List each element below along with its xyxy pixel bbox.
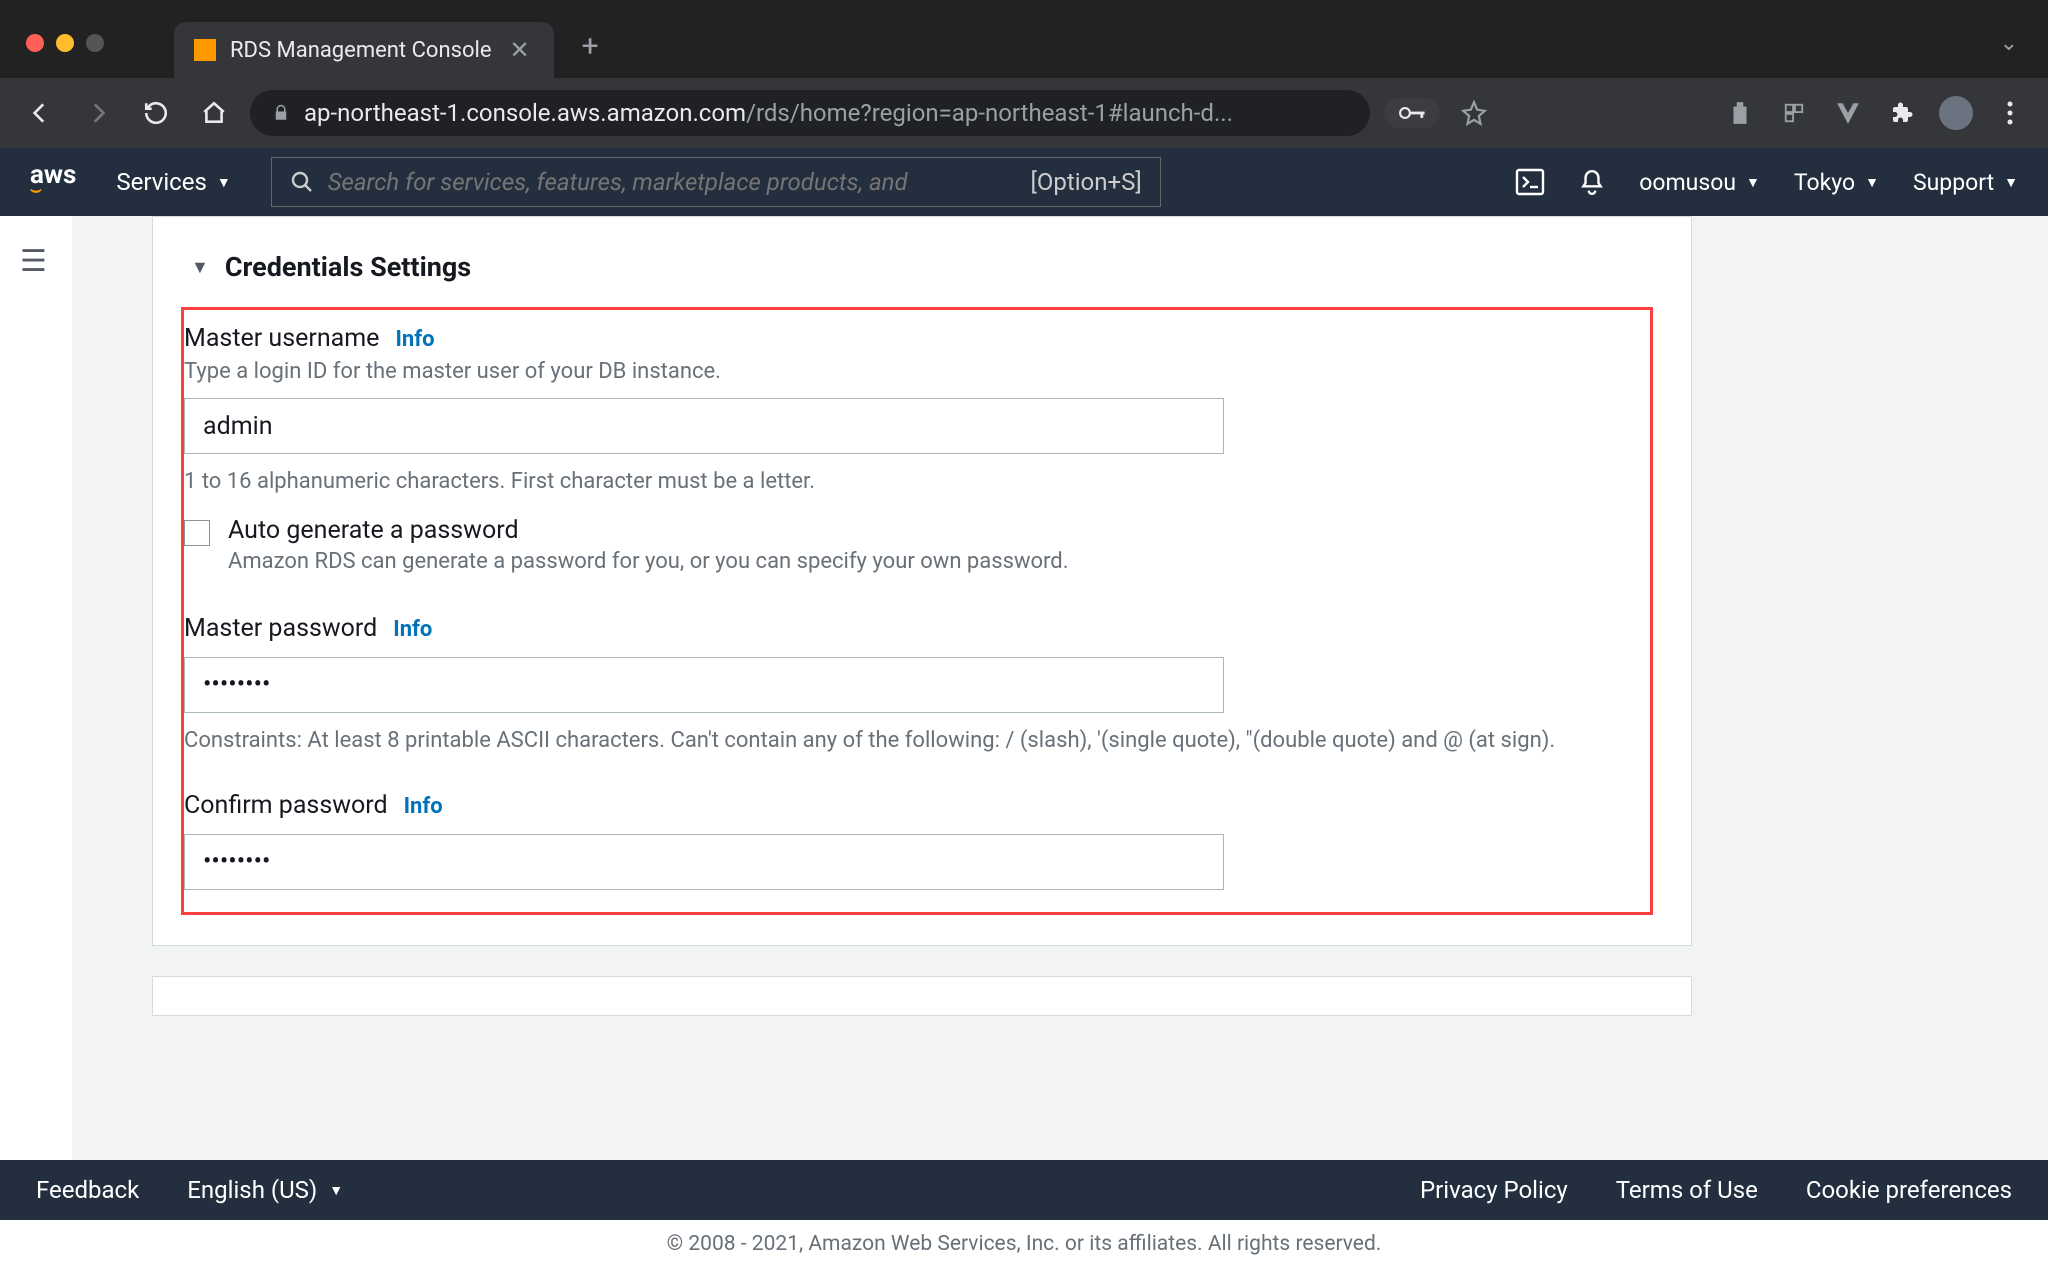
next-panel-peek — [152, 976, 1692, 1016]
notifications-icon[interactable] — [1579, 168, 1605, 196]
browser-tab[interactable]: RDS Management Console ✕ — [174, 22, 554, 78]
confirm-password-input[interactable] — [184, 834, 1224, 890]
terms-link[interactable]: Terms of Use — [1616, 1176, 1758, 1204]
browser-tab-bar: RDS Management Console ✕ + ⌄ — [0, 0, 2048, 78]
rds-favicon-icon — [194, 39, 216, 61]
aws-logo[interactable]: aws ⌣ — [30, 168, 76, 196]
chevron-down-icon: ▼ — [1746, 174, 1760, 191]
copyright-text: © 2008 - 2021, Amazon Web Services, Inc.… — [0, 1220, 2048, 1268]
extension-vue-icon[interactable] — [1828, 93, 1868, 133]
lock-icon — [272, 104, 290, 122]
info-link[interactable]: Info — [404, 794, 443, 819]
aws-search-input[interactable] — [328, 168, 1017, 196]
tab-overflow-icon[interactable]: ⌄ — [1970, 31, 2048, 78]
aws-search-bar[interactable]: [Option+S] — [271, 157, 1161, 207]
browser-menu-icon[interactable] — [1990, 93, 2030, 133]
support-label: Support — [1913, 169, 1994, 196]
hamburger-icon: ☰ — [20, 244, 47, 279]
master-password-field: Master password Info Constraints: At lea… — [184, 614, 1640, 757]
master-username-constraint: 1 to 16 alphanumeric characters. First c… — [184, 466, 1584, 498]
extension-2-icon[interactable] — [1774, 93, 1814, 133]
services-menu[interactable]: Services ▼ — [116, 168, 230, 196]
aws-smile-icon: ⌣ — [30, 185, 76, 196]
services-label: Services — [116, 168, 206, 196]
forward-button[interactable] — [76, 91, 120, 135]
extension-1-icon[interactable] — [1720, 93, 1760, 133]
search-icon — [290, 170, 314, 194]
info-link[interactable]: Info — [395, 327, 434, 352]
address-bar[interactable]: ap-northeast-1.console.aws.amazon.com/rd… — [250, 90, 1370, 136]
reload-button[interactable] — [134, 91, 178, 135]
support-menu[interactable]: Support ▼ — [1913, 169, 2018, 196]
autogen-password-row: Auto generate a password Amazon RDS can … — [184, 516, 1640, 574]
autogen-label: Auto generate a password — [228, 516, 1069, 545]
feedback-link[interactable]: Feedback — [36, 1176, 139, 1204]
chevron-down-icon: ▼ — [2004, 174, 2018, 191]
extensions-puzzle-icon[interactable] — [1882, 93, 1922, 133]
autogen-desc: Amazon RDS can generate a password for y… — [228, 549, 1069, 574]
confirm-password-field: Confirm password Info — [184, 791, 1640, 890]
chevron-down-icon: ▼ — [1865, 174, 1879, 191]
url-text: ap-northeast-1.console.aws.amazon.com/rd… — [304, 99, 1233, 127]
password-key-icon[interactable] — [1384, 98, 1440, 128]
region-label: Tokyo — [1794, 169, 1855, 196]
console-footer: Feedback English (US) ▼ Privacy Policy T… — [0, 1160, 2048, 1220]
close-tab-icon[interactable]: ✕ — [506, 36, 534, 64]
language-selector[interactable]: English (US) ▼ — [187, 1176, 343, 1204]
side-nav-toggle[interactable]: ☰ — [0, 216, 72, 1160]
search-kbd-hint: [Option+S] — [1030, 168, 1141, 196]
account-label: oomusou — [1639, 169, 1736, 196]
minimize-window-icon[interactable] — [56, 34, 74, 52]
cloudshell-icon[interactable] — [1515, 168, 1545, 196]
master-password-input[interactable] — [184, 657, 1224, 713]
profile-avatar[interactable] — [1936, 93, 1976, 133]
annotation-highlight: Master username Info Type a login ID for… — [181, 307, 1653, 915]
aws-top-nav: aws ⌣ Services ▼ [Option+S] oomusou ▼ To… — [0, 148, 2048, 216]
region-menu[interactable]: Tokyo ▼ — [1794, 169, 1879, 196]
section-header[interactable]: ▼ Credentials Settings — [191, 251, 1653, 283]
chevron-down-icon: ▼ — [329, 1182, 343, 1199]
language-label: English (US) — [187, 1176, 317, 1204]
master-username-desc: Type a login ID for the master user of y… — [184, 359, 1640, 384]
confirm-password-label: Confirm password — [184, 791, 388, 820]
account-menu[interactable]: oomusou ▼ — [1639, 169, 1760, 196]
new-tab-button[interactable]: + — [554, 29, 627, 78]
chevron-down-icon: ▼ — [217, 174, 231, 191]
master-password-constraint: Constraints: At least 8 printable ASCII … — [184, 725, 1584, 757]
close-window-icon[interactable] — [26, 34, 44, 52]
collapse-caret-icon: ▼ — [191, 257, 209, 278]
browser-toolbar: ap-northeast-1.console.aws.amazon.com/rd… — [0, 78, 2048, 148]
section-title: Credentials Settings — [225, 251, 471, 283]
privacy-link[interactable]: Privacy Policy — [1420, 1176, 1568, 1204]
credentials-panel: ▼ Credentials Settings Master username I… — [152, 216, 1692, 946]
window-controls — [0, 34, 104, 78]
maximize-window-icon[interactable] — [86, 34, 104, 52]
info-link[interactable]: Info — [393, 617, 432, 642]
master-username-label: Master username — [184, 324, 379, 353]
back-button[interactable] — [18, 91, 62, 135]
master-username-field: Master username Info Type a login ID for… — [184, 324, 1640, 498]
master-password-label: Master password — [184, 614, 377, 643]
bookmark-star-icon[interactable] — [1454, 93, 1494, 133]
autogen-password-checkbox[interactable] — [184, 520, 210, 546]
cookies-link[interactable]: Cookie preferences — [1806, 1176, 2012, 1204]
home-button[interactable] — [192, 91, 236, 135]
master-username-input[interactable] — [184, 398, 1224, 454]
tab-title: RDS Management Console — [230, 38, 492, 63]
